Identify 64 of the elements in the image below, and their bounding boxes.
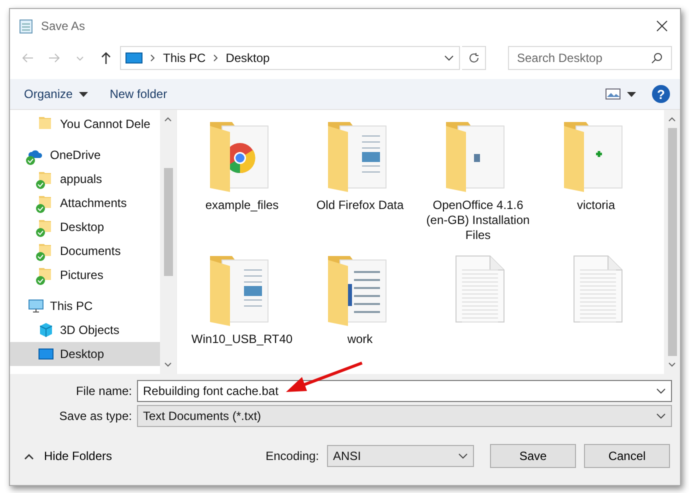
chevron-right-icon	[149, 53, 157, 63]
chevron-up-icon	[164, 116, 172, 122]
hide-folders-button[interactable]: Hide Folders	[22, 447, 114, 465]
sidebar-item[interactable]: This PC	[10, 294, 160, 318]
forward-arrow-icon	[47, 51, 61, 65]
file-name[interactable]: OpenOffice 4.1.6 (en-GB) Installation Files	[423, 198, 533, 243]
cube-icon	[38, 322, 54, 338]
chevron-down-icon	[164, 362, 172, 368]
sidebar-item[interactable]: appuals	[10, 167, 160, 191]
close-icon	[656, 20, 668, 32]
refresh-button[interactable]	[462, 46, 486, 70]
help-button[interactable]: ?	[652, 85, 670, 103]
chevron-down-icon	[443, 53, 455, 63]
folder-icon	[38, 116, 54, 132]
sidebar-item[interactable]: Desktop	[10, 342, 160, 366]
chevron-down-icon	[655, 411, 667, 421]
file-name[interactable]: work	[305, 332, 415, 347]
chevron-up-icon	[24, 452, 34, 460]
back-arrow-icon	[21, 51, 35, 65]
monitor-icon	[125, 51, 143, 65]
file-name-field[interactable]: Rebuilding font cache.bat	[137, 380, 672, 402]
up-arrow-icon	[99, 51, 113, 65]
file-name[interactable]: example_files	[187, 198, 297, 213]
refresh-icon	[468, 52, 480, 64]
cancel-button[interactable]: Cancel	[584, 444, 670, 468]
picture-icon	[605, 88, 621, 100]
file-name-label: File name:	[74, 384, 132, 398]
chevron-up-icon	[668, 116, 676, 122]
file-name[interactable]: Win10_USB_RT40	[187, 332, 297, 347]
scrollbar-thumb[interactable]	[668, 128, 676, 356]
chevron-down-icon	[668, 362, 676, 368]
chevron-right-icon	[212, 53, 220, 63]
encoding-dropdown[interactable]: ANSI	[327, 445, 474, 467]
chevron-down-icon	[655, 386, 667, 396]
organize-menu[interactable]: Organize	[18, 84, 94, 104]
save-as-type-label: Save as type:	[58, 409, 132, 423]
sidebar-item[interactable]: Documents	[10, 239, 160, 263]
chevron-down-icon	[457, 451, 469, 461]
sidebar-item[interactable]: Pictures	[10, 263, 160, 287]
file-name[interactable]: Old Firefox Data	[305, 198, 415, 213]
caret-down-icon	[627, 92, 636, 96]
save-button[interactable]: Save	[490, 444, 576, 468]
monitor-icon	[28, 298, 44, 314]
search-icon	[651, 52, 663, 64]
file-type-dropdown[interactable]: Text Documents (*.txt)	[137, 405, 672, 427]
sidebar-item[interactable]: 3D Objects	[10, 318, 160, 342]
search-field[interactable]: Search Desktop	[508, 46, 672, 70]
scrollbar[interactable]	[664, 110, 680, 374]
new-folder-button[interactable]: New folder	[104, 84, 174, 104]
file-name[interactable]: victoria	[541, 198, 651, 213]
scrollbar-thumb[interactable]	[164, 168, 172, 276]
sidebar-item[interactable]: You Cannot Dele	[10, 112, 160, 136]
notepad-icon	[18, 18, 34, 34]
sidebar-item[interactable]: OneDrive	[10, 143, 160, 167]
sidebar-item[interactable]: Desktop	[10, 215, 160, 239]
window-title: Save As	[41, 19, 86, 33]
sidebar-item[interactable]: Attachments	[10, 191, 160, 215]
scrollbar[interactable]	[160, 110, 176, 374]
desktop-icon	[38, 346, 54, 362]
breadcrumb[interactable]: This PC	[163, 51, 206, 65]
breadcrumb[interactable]: Desktop	[226, 51, 270, 65]
address-bar[interactable]: This PC Desktop	[120, 46, 460, 70]
encoding-label: Encoding:	[266, 449, 319, 463]
caret-down-icon	[78, 92, 88, 96]
